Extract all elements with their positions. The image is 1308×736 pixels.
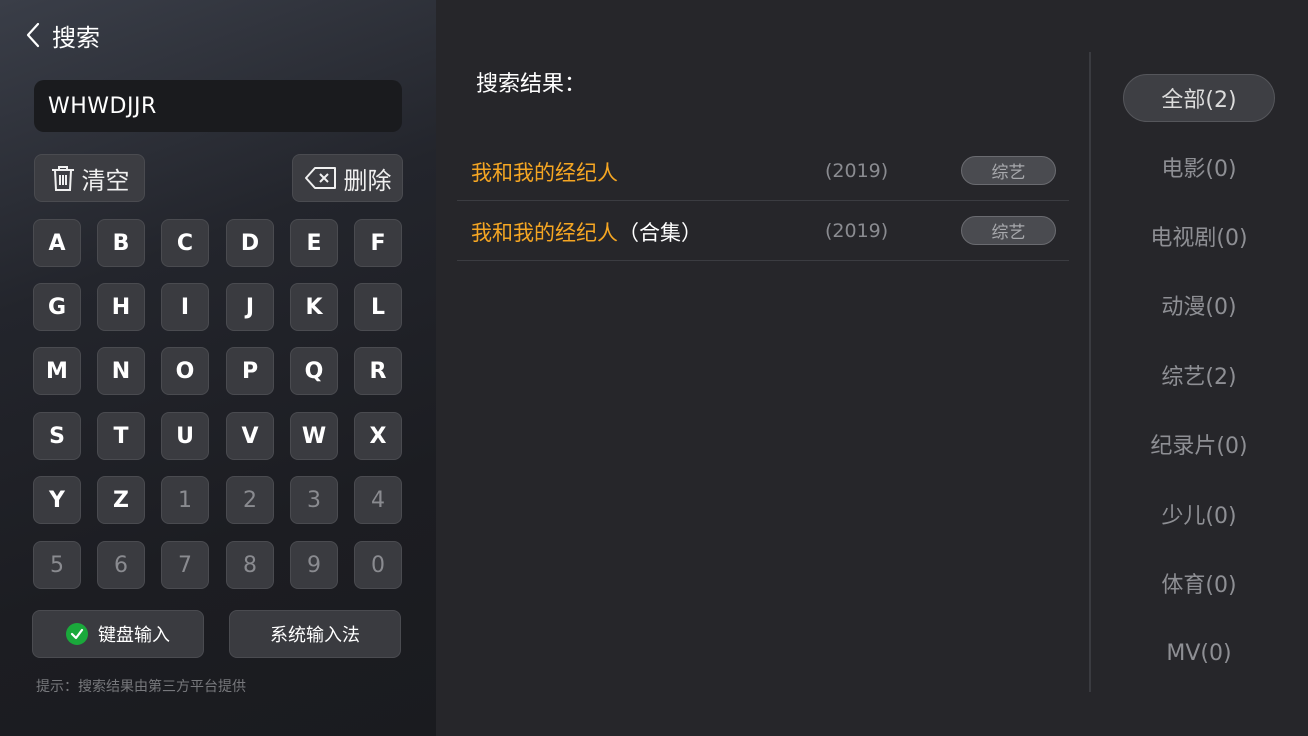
delete-label: 删除 [343,166,392,195]
key-v[interactable]: V [226,412,274,460]
key-h[interactable]: H [97,283,145,331]
search-input[interactable]: WHWDJJR [34,80,402,132]
key-8[interactable]: 8 [226,541,274,589]
result-title: 我和我的经纪人 [471,161,618,185]
category-variety[interactable]: 综艺(2) [1123,351,1275,399]
header: 搜索 [22,18,100,52]
key-i[interactable]: I [161,283,209,331]
key-5[interactable]: 5 [33,541,81,589]
key-r[interactable]: R [354,347,402,395]
result-item[interactable]: 我和我的经纪人（合集） (2019) 综艺 [457,201,1069,261]
key-b[interactable]: B [97,219,145,267]
key-g[interactable]: G [33,283,81,331]
key-m[interactable]: M [33,347,81,395]
category-mv[interactable]: MV(0) [1123,629,1275,677]
key-n[interactable]: N [97,347,145,395]
key-4[interactable]: 4 [354,476,402,524]
category-movie[interactable]: 电影(0) [1123,143,1275,191]
key-p[interactable]: P [226,347,274,395]
category-kids[interactable]: 少儿(0) [1123,490,1275,538]
result-title: 我和我的经纪人（合集） [471,221,702,245]
key-s[interactable]: S [33,412,81,460]
delete-button[interactable]: 删除 [292,154,403,202]
clear-label: 清空 [81,166,130,195]
result-tag: 综艺 [961,216,1056,245]
key-j[interactable]: J [226,283,274,331]
key-u[interactable]: U [161,412,209,460]
category-sports[interactable]: 体育(0) [1123,559,1275,607]
key-w[interactable]: W [290,412,338,460]
page-title: 搜索 [52,23,100,52]
key-9[interactable]: 9 [290,541,338,589]
key-x[interactable]: X [354,412,402,460]
key-c[interactable]: C [161,219,209,267]
result-year: (2019) [825,160,889,182]
key-k[interactable]: K [290,283,338,331]
category-anime[interactable]: 动漫(0) [1123,281,1275,329]
system-input-label: 系统输入法 [270,625,360,646]
key-z[interactable]: Z [97,476,145,524]
key-o[interactable]: O [161,347,209,395]
result-item[interactable]: 我和我的经纪人 (2019) 综艺 [457,141,1069,201]
check-icon [66,623,88,645]
category-tv[interactable]: 电视剧(0) [1123,212,1275,260]
key-e[interactable]: E [290,219,338,267]
trash-icon [50,164,76,192]
key-f[interactable]: F [354,219,402,267]
key-l[interactable]: L [354,283,402,331]
key-1[interactable]: 1 [161,476,209,524]
key-2[interactable]: 2 [226,476,274,524]
key-t[interactable]: T [97,412,145,460]
hint-text: 提示：搜索结果由第三方平台提供 [36,679,246,695]
results-title: 搜索结果： [476,72,587,97]
result-year: (2019) [825,220,889,242]
system-input-button[interactable]: 系统输入法 [229,610,401,658]
key-d[interactable]: D [226,219,274,267]
key-0[interactable]: 0 [354,541,402,589]
key-q[interactable]: Q [290,347,338,395]
clear-button[interactable]: 清空 [34,154,145,202]
category-all[interactable]: 全部(2) [1123,74,1275,122]
result-tag: 综艺 [961,156,1056,185]
keyboard-input-button[interactable]: 键盘输入 [32,610,204,658]
key-3[interactable]: 3 [290,476,338,524]
key-a[interactable]: A [33,219,81,267]
backspace-icon [304,166,338,190]
keyboard-input-label: 键盘输入 [98,625,170,646]
key-y[interactable]: Y [33,476,81,524]
category-documentary[interactable]: 纪录片(0) [1123,420,1275,468]
divider [1089,52,1091,692]
key-7[interactable]: 7 [161,541,209,589]
key-6[interactable]: 6 [97,541,145,589]
back-icon[interactable] [22,20,44,50]
